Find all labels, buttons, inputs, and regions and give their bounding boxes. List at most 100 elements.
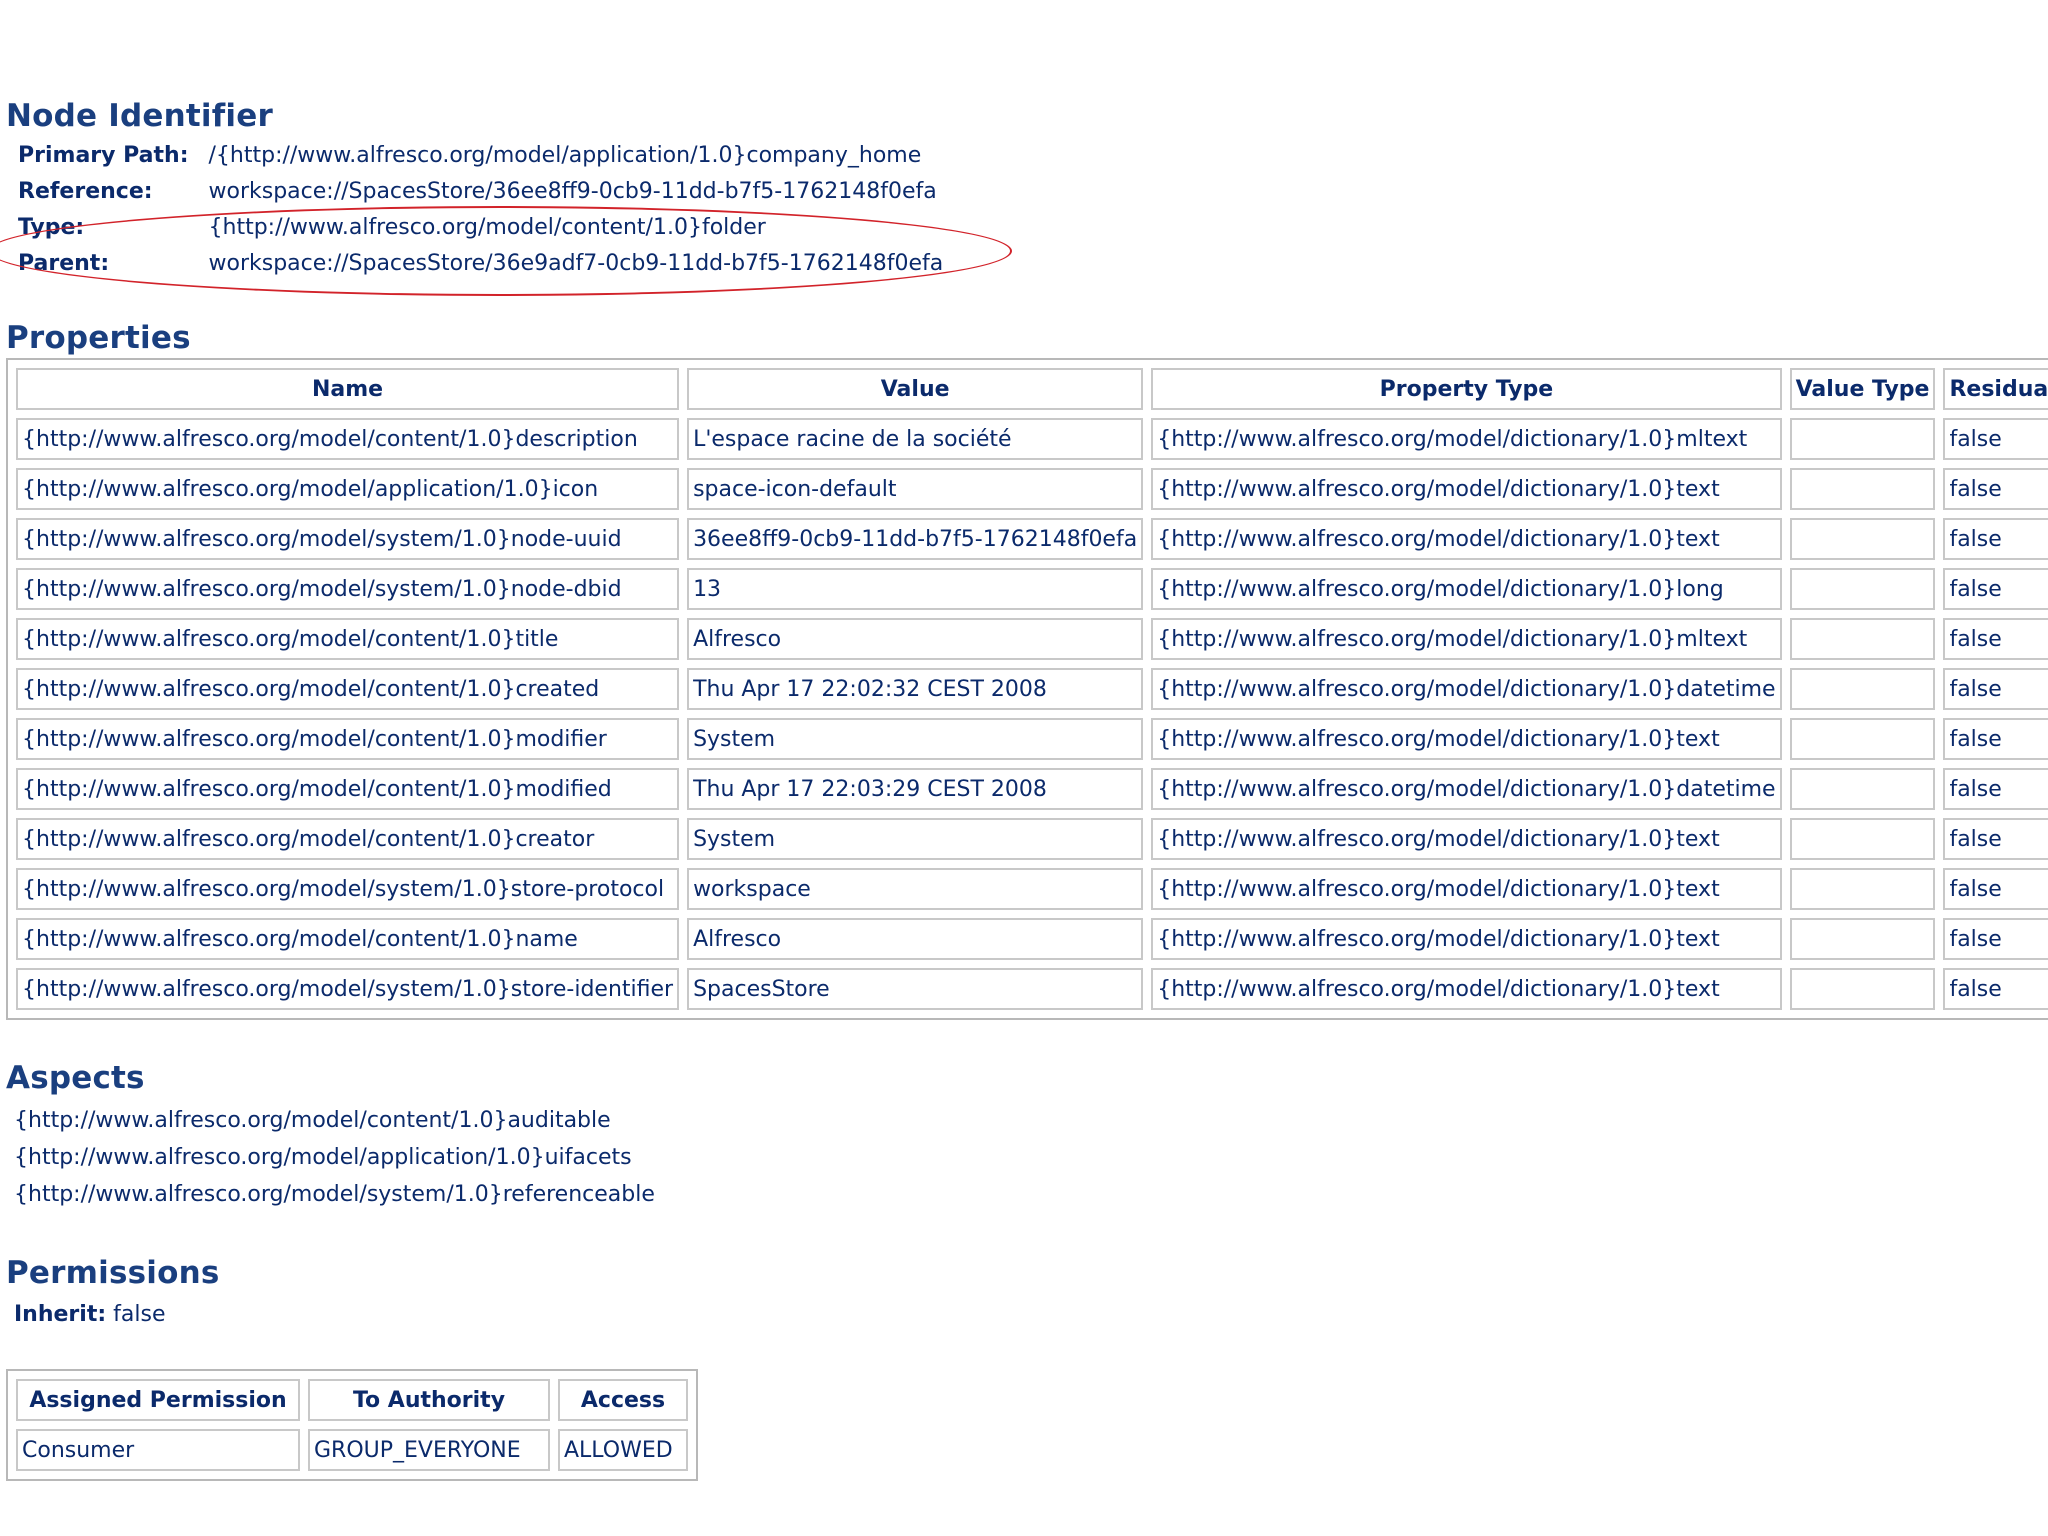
- type-row: Type: {http://www.alfresco.org/model/con…: [14, 210, 947, 246]
- property-type: {http://www.alfresco.org/model/dictionar…: [1151, 718, 1782, 760]
- property-residual: false: [1943, 768, 2048, 810]
- table-row: {http://www.alfresco.org/model/content/1…: [16, 918, 2048, 960]
- property-name: {http://www.alfresco.org/model/system/1.…: [16, 968, 680, 1010]
- col-header-value-type: Value Type: [1789, 368, 1936, 410]
- property-name: {http://www.alfresco.org/model/system/1.…: [16, 868, 680, 910]
- property-name: {http://www.alfresco.org/model/content/1…: [16, 768, 680, 810]
- table-row: {http://www.alfresco.org/model/applicati…: [16, 468, 2048, 510]
- property-value-type: [1789, 618, 1936, 660]
- property-residual: false: [1943, 468, 2048, 510]
- property-type: {http://www.alfresco.org/model/dictionar…: [1151, 568, 1782, 610]
- inherit-row: Inherit: false: [14, 1297, 2036, 1333]
- property-type: {http://www.alfresco.org/model/dictionar…: [1151, 618, 1782, 660]
- col-header-to-authority: To Authority: [308, 1379, 550, 1421]
- property-value: System: [687, 818, 1144, 860]
- property-name: {http://www.alfresco.org/model/content/1…: [16, 718, 680, 760]
- property-residual: false: [1943, 668, 2048, 710]
- properties-section: Properties Name Value Property Type Valu…: [6, 320, 2048, 1020]
- table-row: {http://www.alfresco.org/model/content/1…: [16, 618, 2048, 660]
- primary-path-value: /{http://www.alfresco.org/model/applicat…: [208, 143, 922, 168]
- node-identifier-section: Node Identifier Primary Path: /{http://w…: [0, 98, 2036, 296]
- permission-name: Consumer: [16, 1429, 300, 1471]
- property-type: {http://www.alfresco.org/model/dictionar…: [1151, 768, 1782, 810]
- table-row: {http://www.alfresco.org/model/content/1…: [16, 718, 2048, 760]
- property-type: {http://www.alfresco.org/model/dictionar…: [1151, 668, 1782, 710]
- property-name: {http://www.alfresco.org/model/content/1…: [16, 918, 680, 960]
- property-value-type: [1789, 718, 1936, 760]
- property-residual: false: [1943, 968, 2048, 1010]
- table-row: {http://www.alfresco.org/model/system/1.…: [16, 568, 2048, 610]
- property-residual: false: [1943, 918, 2048, 960]
- property-name: {http://www.alfresco.org/model/system/1.…: [16, 518, 680, 560]
- property-residual: false: [1943, 868, 2048, 910]
- property-name: {http://www.alfresco.org/model/system/1.…: [16, 568, 680, 610]
- property-value-type: [1789, 418, 1936, 460]
- permissions-table: Assigned Permission To Authority Access …: [6, 1369, 698, 1481]
- property-value: 36ee8ff9-0cb9-11dd-b7f5-1762148f0efa: [687, 518, 1144, 560]
- property-residual: false: [1943, 518, 2048, 560]
- property-residual: false: [1943, 618, 2048, 660]
- primary-path-row: Primary Path: /{http://www.alfresco.org/…: [14, 138, 947, 174]
- reference-label: Reference:: [18, 179, 153, 204]
- property-value: workspace: [687, 868, 1144, 910]
- col-header-property-type: Property Type: [1151, 368, 1782, 410]
- property-residual: false: [1943, 568, 2048, 610]
- property-name: {http://www.alfresco.org/model/applicati…: [16, 468, 680, 510]
- reference-row: Reference: workspace://SpacesStore/36ee8…: [14, 174, 947, 210]
- property-type: {http://www.alfresco.org/model/dictionar…: [1151, 918, 1782, 960]
- property-value: Alfresco: [687, 918, 1144, 960]
- type-value: {http://www.alfresco.org/model/content/1…: [208, 215, 766, 240]
- property-value: space-icon-default: [687, 468, 1144, 510]
- table-row: {http://www.alfresco.org/model/system/1.…: [16, 968, 2048, 1010]
- table-row: Consumer GROUP_EVERYONE ALLOWED: [16, 1429, 688, 1471]
- properties-heading: Properties: [6, 320, 191, 356]
- table-row: {http://www.alfresco.org/model/system/1.…: [16, 868, 2048, 910]
- inherit-value: false: [113, 1302, 166, 1327]
- node-identifier-table: Primary Path: /{http://www.alfresco.org/…: [14, 138, 947, 282]
- parent-label: Parent:: [18, 251, 110, 276]
- property-name: {http://www.alfresco.org/model/content/1…: [16, 618, 680, 660]
- property-type: {http://www.alfresco.org/model/dictionar…: [1151, 418, 1782, 460]
- properties-table: Name Value Property Type Value Type Resi…: [6, 358, 2048, 1020]
- property-type: {http://www.alfresco.org/model/dictionar…: [1151, 968, 1782, 1010]
- col-header-assigned-permission: Assigned Permission: [16, 1379, 300, 1421]
- list-item: {http://www.alfresco.org/model/applicati…: [14, 1145, 632, 1170]
- property-name: {http://www.alfresco.org/model/content/1…: [16, 818, 680, 860]
- table-row: {http://www.alfresco.org/model/content/1…: [16, 768, 2048, 810]
- col-header-access: Access: [558, 1379, 688, 1421]
- properties-header-row: Name Value Property Type Value Type Resi…: [16, 368, 2048, 410]
- permission-authority: GROUP_EVERYONE: [308, 1429, 550, 1471]
- type-label: Type:: [18, 215, 85, 240]
- property-type: {http://www.alfresco.org/model/dictionar…: [1151, 868, 1782, 910]
- table-row: {http://www.alfresco.org/model/content/1…: [16, 418, 2048, 460]
- permissions-heading: Permissions: [6, 1255, 220, 1291]
- col-header-value: Value: [687, 368, 1144, 410]
- property-value: System: [687, 718, 1144, 760]
- property-type: {http://www.alfresco.org/model/dictionar…: [1151, 468, 1782, 510]
- property-type: {http://www.alfresco.org/model/dictionar…: [1151, 818, 1782, 860]
- property-residual: false: [1943, 418, 2048, 460]
- property-type: {http://www.alfresco.org/model/dictionar…: [1151, 518, 1782, 560]
- col-header-name: Name: [16, 368, 680, 410]
- table-row: {http://www.alfresco.org/model/system/1.…: [16, 518, 2048, 560]
- property-value: Thu Apr 17 22:02:32 CEST 2008: [687, 668, 1144, 710]
- property-value-type: [1789, 518, 1936, 560]
- list-item: {http://www.alfresco.org/model/content/1…: [14, 1108, 611, 1133]
- aspects-heading: Aspects: [6, 1060, 145, 1096]
- parent-row: Parent: workspace://SpacesStore/36e9adf7…: [14, 246, 947, 282]
- permissions-header-row: Assigned Permission To Authority Access: [16, 1379, 688, 1421]
- aspects-list: {http://www.alfresco.org/model/content/1…: [14, 1102, 2036, 1213]
- property-value: L'espace racine de la société: [687, 418, 1144, 460]
- node-browser-page: Node Identifier Primary Path: /{http://w…: [0, 98, 2048, 1481]
- property-value-type: [1789, 818, 1936, 860]
- property-value-type: [1789, 918, 1936, 960]
- property-value-type: [1789, 568, 1936, 610]
- property-name: {http://www.alfresco.org/model/content/1…: [16, 418, 680, 460]
- aspects-section: Aspects {http://www.alfresco.org/model/c…: [6, 1060, 2036, 1213]
- property-value-type: [1789, 868, 1936, 910]
- property-value-type: [1789, 768, 1936, 810]
- col-header-residual: Residual: [1943, 368, 2048, 410]
- table-row: {http://www.alfresco.org/model/content/1…: [16, 818, 2048, 860]
- permissions-section: Permissions Inherit: false Assigned Perm…: [6, 1255, 2036, 1481]
- parent-value: workspace://SpacesStore/36e9adf7-0cb9-11…: [208, 251, 944, 276]
